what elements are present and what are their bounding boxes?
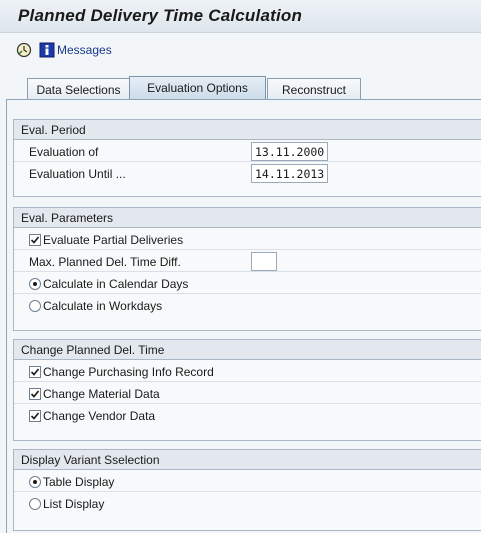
vendor-data-row: Change Vendor Data	[14, 406, 481, 426]
list-display-radio[interactable]	[29, 498, 41, 510]
checkmark-icon	[30, 390, 40, 398]
max-diff-row: Max. Planned Del. Time Diff.	[14, 252, 481, 272]
workdays-radio[interactable]	[29, 300, 41, 312]
group-eval-parameters: Eval. Parameters Evaluate Partial Delive…	[13, 207, 481, 331]
tab-reconstruct[interactable]: Reconstruct	[267, 78, 361, 100]
tab-data-selections[interactable]: Data Selections	[27, 78, 130, 100]
calendar-days-label: Calculate in Calendar Days	[43, 277, 189, 291]
table-display-radio[interactable]	[29, 476, 41, 488]
max-diff-label: Max. Planned Del. Time Diff.	[29, 255, 181, 269]
purchasing-info-checkbox[interactable]	[29, 366, 41, 378]
purchasing-info-label: Change Purchasing Info Record	[43, 365, 214, 379]
workdays-row: Calculate in Workdays	[14, 296, 481, 316]
calendar-days-radio[interactable]	[29, 278, 41, 290]
table-display-row: Table Display	[14, 472, 481, 492]
tab-evaluation-options[interactable]: Evaluation Options	[129, 76, 266, 100]
execute-clock-icon[interactable]	[16, 42, 32, 58]
list-display-label: List Display	[43, 497, 105, 511]
page-title: Planned Delivery Time Calculation	[18, 6, 303, 25]
workdays-label: Calculate in Workdays	[43, 299, 163, 313]
evaluation-of-row: Evaluation of 13.11.2000	[14, 142, 481, 162]
purchasing-info-row: Change Purchasing Info Record	[14, 362, 481, 382]
group-change-planned: Change Planned Del. Time Change Purchasi…	[13, 339, 481, 441]
group-title: Eval. Period	[14, 120, 481, 140]
messages-button[interactable]: Messages	[57, 43, 112, 57]
tab-strip: Data Selections Reconstruct Evaluation O…	[0, 74, 481, 100]
group-title: Eval. Parameters	[14, 208, 481, 228]
vendor-data-checkbox[interactable]	[29, 410, 41, 422]
title-bar: Planned Delivery Time Calculation	[0, 0, 481, 33]
application-toolbar: Messages	[0, 34, 481, 66]
partial-deliveries-checkbox[interactable]	[29, 234, 41, 246]
material-data-row: Change Material Data	[14, 384, 481, 404]
material-data-label: Change Material Data	[43, 387, 160, 401]
group-eval-period: Eval. Period Evaluation of 13.11.2000 Ev…	[13, 119, 481, 197]
group-display-variant: Display Variant Sselection Table Display…	[13, 449, 481, 531]
tab-label: Reconstruct	[281, 83, 347, 97]
evaluation-until-label: Evaluation Until ...	[29, 167, 126, 181]
tab-label: Evaluation Options	[147, 81, 248, 95]
partial-deliveries-row: Evaluate Partial Deliveries	[14, 230, 481, 250]
tab-label: Data Selections	[36, 83, 121, 97]
vendor-data-label: Change Vendor Data	[43, 409, 156, 423]
info-icon[interactable]	[39, 42, 55, 58]
list-display-row: List Display	[14, 494, 481, 514]
evaluation-until-row: Evaluation Until ... 14.11.2013	[14, 164, 481, 184]
evaluation-of-label: Evaluation of	[29, 145, 99, 159]
max-diff-field[interactable]	[251, 252, 277, 271]
group-title: Change Planned Del. Time	[14, 340, 481, 360]
evaluation-until-field[interactable]: 14.11.2013	[251, 164, 328, 183]
table-display-label: Table Display	[43, 475, 115, 489]
checkmark-icon	[30, 412, 40, 420]
evaluation-of-field[interactable]: 13.11.2000	[251, 142, 328, 161]
partial-deliveries-label: Evaluate Partial Deliveries	[43, 233, 184, 247]
checkmark-icon	[30, 368, 40, 376]
checkmark-icon	[30, 236, 40, 244]
group-title: Display Variant Sselection	[14, 450, 481, 470]
calendar-days-row: Calculate in Calendar Days	[14, 274, 481, 294]
material-data-checkbox[interactable]	[29, 388, 41, 400]
